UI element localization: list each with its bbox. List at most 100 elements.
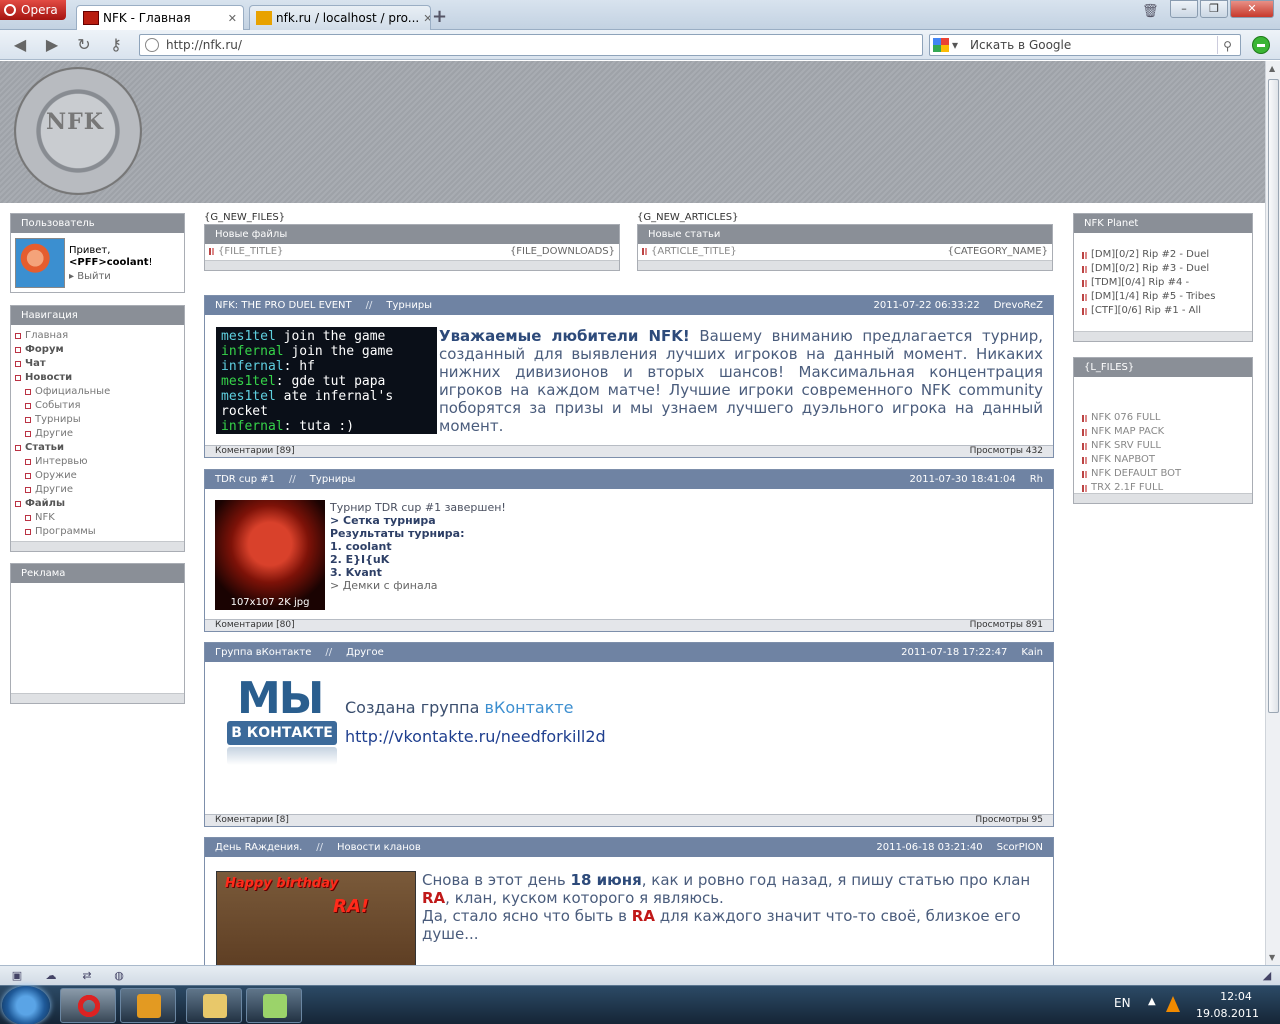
nav-item[interactable]: События [15, 399, 184, 413]
panel-toggle-icon[interactable]: ▣ [10, 969, 24, 982]
avatar[interactable] [15, 238, 65, 288]
username-link[interactable]: <PFF>coolant [69, 257, 149, 268]
happy-birthday-image[interactable]: Happy birthday RA! [216, 871, 416, 965]
opera-link-icon[interactable]: ⇄ [80, 969, 94, 982]
article-line[interactable]: 3. Kvant [330, 566, 506, 579]
file-item[interactable]: NFK 076 FULL [1082, 411, 1252, 425]
minimize-window-icon[interactable]: – [1170, 0, 1198, 18]
nav-item[interactable]: NFK [15, 511, 184, 525]
logout-link[interactable]: ▸ Выйти [69, 271, 111, 282]
nav-item[interactable]: Оружие [15, 469, 184, 483]
comments-link[interactable]: Коментарии [8] [215, 815, 289, 826]
article-image-console[interactable]: mes1tel join the game infernal join the g… [216, 327, 437, 434]
new-tab-plus-icon[interactable]: + [432, 6, 447, 27]
nfk-logo[interactable]: NFK [14, 67, 142, 195]
google-icon[interactable] [933, 38, 949, 52]
taskbar-opera[interactable] [60, 988, 116, 1023]
wand-key-icon[interactable]: ⚷ [106, 36, 126, 54]
tab-phpmyadmin[interactable]: nfk.ru / localhost / pro... ✕ [249, 5, 431, 30]
file-item[interactable]: NFK SRV FULL [1082, 439, 1252, 453]
opera-unite-cloud-icon[interactable]: ☁ [44, 969, 58, 982]
article-title-link[interactable]: NFK: THE PRO DUEL EVENT [215, 296, 352, 315]
article-author-link[interactable]: Rh [1030, 470, 1043, 489]
closed-tabs-trash-icon[interactable]: 🗑 [1142, 4, 1159, 19]
close-tab-icon[interactable]: ✕ [423, 12, 430, 25]
article-line[interactable]: > Демки с финала [330, 579, 506, 592]
forward-arrow-icon[interactable]: ▶ [42, 36, 62, 54]
article-image-red-face[interactable]: 107x107 2K jpg [215, 500, 325, 610]
turbo-icon[interactable]: ◍ [112, 969, 126, 982]
article-title-link[interactable]: TDR cup #1 [215, 470, 275, 489]
tab-nfk-main[interactable]: NFK - Главная ✕ [76, 5, 244, 30]
reload-icon[interactable]: ↻ [74, 36, 94, 54]
taskbar-explorer[interactable] [186, 988, 242, 1023]
nav-item[interactable]: Другие [15, 483, 184, 497]
list-item[interactable]: {FILE_TITLE} {FILE_DOWNLOADS} [209, 246, 615, 257]
group-url-link[interactable]: http://vkontakte.ru/needforkill2d [345, 722, 606, 751]
list-item[interactable]: {ARTICLE_TITLE} {CATEGORY_NAME} [642, 246, 1048, 257]
comments-link[interactable]: Коментарии [80] [215, 620, 295, 631]
taskbar-media-player[interactable] [120, 988, 176, 1023]
nav-item[interactable]: Главная [15, 329, 184, 343]
article-category-link[interactable]: Турниры [310, 470, 356, 489]
nav-item[interactable]: Форум [15, 343, 184, 357]
vkontakte-logo-image[interactable]: МЫ В КОНТАКТЕ [227, 673, 337, 773]
nav-item[interactable]: Турниры [15, 413, 184, 427]
nav-item[interactable]: Чат [15, 357, 184, 371]
scroll-up-arrow-icon[interactable]: ▲ [1269, 64, 1275, 73]
nav-item[interactable]: Официальные [15, 385, 184, 399]
article-title[interactable]: {ARTICLE_TITLE} [651, 246, 737, 257]
back-arrow-icon[interactable]: ◀ [10, 36, 30, 54]
vlc-icon[interactable] [1166, 996, 1180, 1012]
language-indicator[interactable]: EN [1114, 996, 1131, 1010]
console-message: : gde tut papa [275, 374, 386, 389]
search-engine-dropdown-icon[interactable]: ▾ [952, 35, 958, 55]
file-title[interactable]: {FILE_TITLE} [218, 246, 283, 257]
show-hidden-icons-icon[interactable]: ▲ [1148, 996, 1156, 1007]
nav-item[interactable]: Интервью [15, 455, 184, 469]
search-field[interactable]: ▾ Искать в Google ⚲ [929, 34, 1241, 56]
article-line[interactable]: 2. E}I{uK [330, 553, 506, 566]
restore-window-icon[interactable]: ❐ [1200, 0, 1228, 18]
clock-time[interactable]: 12:04 [1212, 990, 1260, 1003]
close-tab-icon[interactable]: ✕ [228, 12, 237, 25]
article-author-link[interactable]: ScorPION [997, 838, 1043, 857]
address-bar[interactable]: http://nfk.ru/ [139, 34, 923, 56]
file-item[interactable]: NFK DEFAULT BOT [1082, 467, 1252, 481]
opera-menu-button[interactable]: Opera [0, 0, 66, 20]
comments-link[interactable]: Коментарии [89] [215, 446, 295, 457]
article-line[interactable]: 1. coolant [330, 540, 506, 553]
vkontakte-link[interactable]: вКонтакте [485, 698, 574, 717]
article-title-link[interactable]: День RAждения. [215, 838, 302, 857]
speed-dial-green-icon[interactable] [1252, 36, 1270, 54]
article-category-link[interactable]: Турниры [386, 296, 432, 315]
resize-grip-icon[interactable]: ◢ [1260, 969, 1274, 982]
search-icon[interactable]: ⚲ [1217, 36, 1237, 54]
article-line[interactable]: Результаты турнира: [330, 527, 506, 540]
server-item[interactable]: [DM][1/4] Rip #5 - Tribes [1082, 290, 1252, 304]
nav-item[interactable]: Статьи [15, 441, 184, 455]
article-title-link[interactable]: Группа вКонтакте [215, 643, 311, 662]
server-item[interactable]: [TDM][0/4] Rip #4 - [1082, 276, 1252, 290]
close-window-icon[interactable]: ✕ [1230, 0, 1274, 18]
file-item[interactable]: NFK MAP PACK [1082, 425, 1252, 439]
start-button[interactable] [2, 986, 50, 1024]
article-category-link[interactable]: Новости кланов [337, 838, 421, 857]
nav-item[interactable]: Другие [15, 427, 184, 441]
taskbar-notepadpp[interactable] [246, 988, 302, 1023]
server-item[interactable]: [CTF][0/6] Rip #1 - All [1082, 304, 1252, 318]
scroll-down-arrow-icon[interactable]: ▼ [1269, 953, 1275, 962]
article-author-link[interactable]: Kain [1021, 643, 1043, 662]
nav-item[interactable]: Файлы [15, 497, 184, 511]
file-item[interactable]: NFK NAPBOT [1082, 453, 1252, 467]
server-item[interactable]: [DM][0/2] Rip #2 - Duel [1082, 248, 1252, 262]
server-item[interactable]: [DM][0/2] Rip #3 - Duel [1082, 262, 1252, 276]
article-category-link[interactable]: Другое [346, 643, 384, 662]
vertical-scrollbar[interactable]: ▲ ▼ [1265, 61, 1280, 965]
article-line[interactable]: > Сетка турнира [330, 514, 506, 527]
article-author-link[interactable]: DrevoReZ [994, 296, 1043, 315]
nav-item[interactable]: Новости [15, 371, 184, 385]
scrollbar-thumb[interactable] [1268, 79, 1279, 713]
clock-date[interactable]: 19.08.2011 [1196, 1007, 1259, 1020]
nav-item[interactable]: Программы [15, 525, 184, 539]
